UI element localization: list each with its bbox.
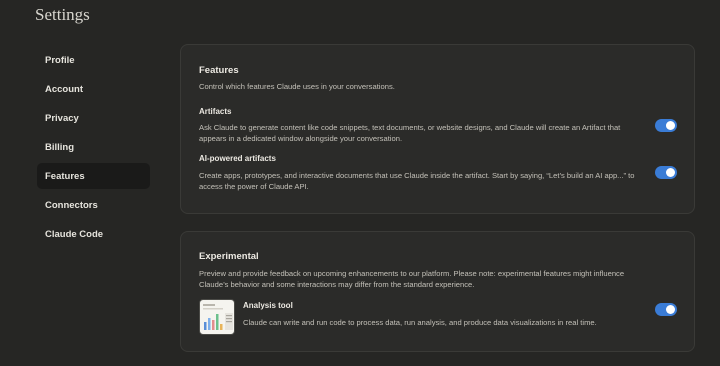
sidebar-item-label: Connectors	[45, 199, 98, 211]
analysis-tool-thumbnail	[199, 299, 235, 335]
analysis-tool-toggle[interactable]	[655, 303, 677, 316]
toggle-knob	[666, 121, 675, 130]
ai-artifacts-description: Create apps, prototypes, and interactive…	[199, 171, 635, 191]
toggle-knob	[666, 168, 675, 177]
sidebar-item-label: Billing	[45, 141, 75, 153]
artifacts-title: Artifacts	[199, 107, 232, 116]
sidebar-item-billing[interactable]: Billing	[37, 134, 150, 160]
chart-thumbnail-icon	[203, 304, 233, 330]
features-title: Features	[199, 65, 239, 76]
experimental-description: Preview and provide feedback on upcoming…	[199, 269, 625, 289]
experimental-card: Experimental Preview and provide feedbac…	[180, 231, 695, 352]
sidebar-item-label: Claude Code	[45, 228, 104, 240]
sidebar-item-profile[interactable]: Profile	[37, 47, 150, 73]
sidebar-item-account[interactable]: Account	[37, 76, 150, 102]
sidebar-item-privacy[interactable]: Privacy	[37, 105, 150, 131]
analysis-tool-description: Claude can write and run code to process…	[243, 318, 597, 327]
sidebar-item-label: Account	[45, 83, 83, 95]
ai-artifacts-toggle[interactable]	[655, 166, 677, 179]
ai-artifacts-title: AI-powered artifacts	[199, 154, 276, 163]
analysis-tool-title: Analysis tool	[243, 301, 293, 310]
toggle-knob	[666, 305, 675, 314]
sidebar-item-label: Privacy	[45, 112, 79, 124]
sidebar-item-claude-code[interactable]: Claude Code	[37, 221, 150, 247]
features-description: Control which features Claude uses in yo…	[199, 82, 395, 91]
experimental-title: Experimental	[199, 251, 259, 262]
sidebar-item-features[interactable]: Features	[37, 163, 150, 189]
artifacts-description: Ask Claude to generate content like code…	[199, 123, 621, 143]
features-card: Features Control which features Claude u…	[180, 44, 695, 214]
sidebar-item-label: Features	[45, 170, 85, 182]
page-title: Settings	[35, 5, 90, 24]
artifacts-toggle[interactable]	[655, 119, 677, 132]
settings-sidebar: Profile Account Privacy Billing Features…	[37, 47, 150, 250]
sidebar-item-label: Profile	[45, 54, 75, 66]
sidebar-item-connectors[interactable]: Connectors	[37, 192, 150, 218]
